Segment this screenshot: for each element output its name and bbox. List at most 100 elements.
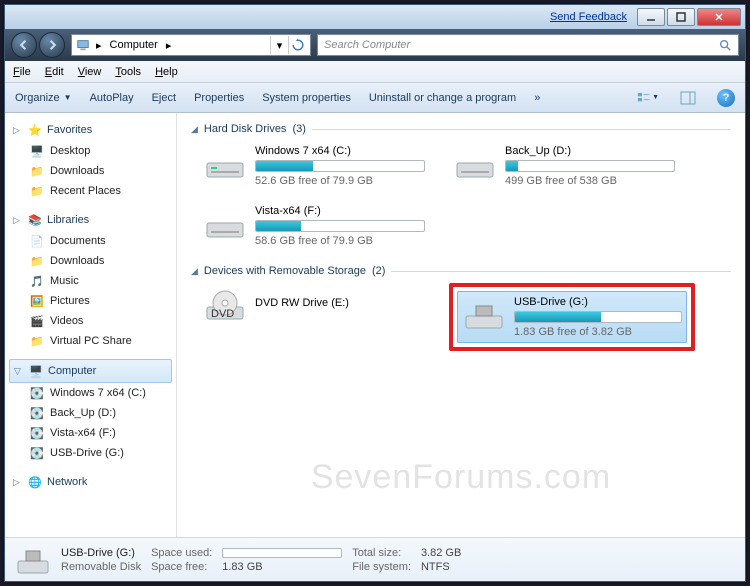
refresh-button[interactable] (288, 36, 306, 54)
breadcrumb-computer[interactable]: Computer (108, 39, 160, 51)
content-pane: ◢Hard Disk Drives (3) Windows 7 x64 (C:)… (177, 113, 745, 537)
capacity-bar (255, 220, 425, 232)
videos-icon: 🎬 (29, 313, 45, 329)
sidebar-item-drive-g[interactable]: 💽USB-Drive (G:) (9, 443, 172, 463)
sidebar-item-drive-c[interactable]: 💽Windows 7 x64 (C:) (9, 383, 172, 403)
favorites-header[interactable]: ▷⭐Favorites (9, 119, 172, 141)
document-icon: 📄 (29, 233, 45, 249)
folder-icon: 📁 (29, 253, 45, 269)
network-icon: 🌐 (27, 474, 43, 490)
sidebar-item-drive-f[interactable]: 💽Vista-x64 (F:) (9, 423, 172, 443)
sidebar-item-music[interactable]: 🎵Music (9, 271, 172, 291)
hdd-icon (203, 205, 247, 243)
breadcrumb-arrow[interactable]: ▸ (94, 39, 104, 52)
address-bar[interactable]: ▸ Computer ▸ ▾ (71, 34, 311, 56)
eject-button[interactable]: Eject (152, 92, 176, 104)
titlebar: Send Feedback (5, 5, 745, 29)
drive-name: USB-Drive (G:) (514, 296, 682, 308)
menu-edit[interactable]: Edit (45, 66, 64, 78)
drive-free: 52.6 GB free of 79.9 GB (255, 175, 425, 187)
drive-f[interactable]: Vista-x64 (F:) 58.6 GB free of 79.9 GB (199, 201, 429, 251)
hdd-icon (203, 145, 247, 183)
capacity-bar (505, 160, 675, 172)
status-capacity-bar (222, 548, 342, 558)
drive-icon: 💽 (29, 405, 45, 421)
sidebar-item-pictures[interactable]: 🖼️Pictures (9, 291, 172, 311)
folder-icon: 📁 (29, 333, 45, 349)
menu-view[interactable]: View (78, 66, 102, 78)
drive-c[interactable]: Windows 7 x64 (C:) 52.6 GB free of 79.9 … (199, 141, 429, 191)
dvd-icon: DVD (203, 287, 247, 325)
desktop-icon: 🖥️ (29, 143, 45, 159)
hdd-icon (453, 145, 497, 183)
libraries-header[interactable]: ▷📚Libraries (9, 209, 172, 231)
maximize-button[interactable] (667, 8, 695, 26)
drive-dvd[interactable]: DVD DVD RW Drive (E:) (199, 283, 429, 351)
preview-pane-button[interactable] (677, 87, 699, 109)
star-icon: ⭐ (27, 122, 43, 138)
drive-free: 58.6 GB free of 79.9 GB (255, 235, 425, 247)
properties-button[interactable]: Properties (194, 92, 244, 104)
minimize-button[interactable] (637, 8, 665, 26)
status-used-label: Space used: (151, 547, 212, 559)
drive-icon: 💽 (29, 425, 45, 441)
status-type: Removable Disk (61, 561, 141, 573)
libraries-icon: 📚 (27, 212, 43, 228)
organize-button[interactable]: Organize▼ (15, 92, 72, 104)
drive-icon: 💽 (29, 385, 45, 401)
svg-text:DVD: DVD (211, 308, 234, 320)
sidebar: ▷⭐Favorites 🖥️Desktop 📁Downloads 📁Recent… (5, 113, 177, 537)
capacity-bar (255, 160, 425, 172)
explorer-window: Send Feedback ▸ Computer ▸ ▾ Search Comp… (4, 4, 746, 582)
menu-help[interactable]: Help (155, 66, 178, 78)
drive-free: 1.83 GB free of 3.82 GB (514, 326, 682, 338)
sidebar-item-desktop[interactable]: 🖥️Desktop (9, 141, 172, 161)
status-fs-value: NTFS (421, 561, 461, 573)
search-placeholder: Search Computer (324, 39, 410, 51)
highlight-box: USB-Drive (G:) 1.83 GB free of 3.82 GB (449, 283, 695, 351)
drive-icon: 💽 (29, 445, 45, 461)
send-feedback-link[interactable]: Send Feedback (550, 11, 627, 23)
help-button[interactable]: ? (717, 89, 735, 107)
group-hdd[interactable]: ◢Hard Disk Drives (3) (191, 123, 731, 135)
sidebar-item-downloads[interactable]: 📁Downloads (9, 161, 172, 181)
watermark: SevenForums.com (177, 458, 745, 497)
music-icon: 🎵 (29, 273, 45, 289)
usb-drive-icon (462, 296, 506, 334)
sidebar-item-videos[interactable]: 🎬Videos (9, 311, 172, 331)
network-header[interactable]: ▷🌐Network (9, 471, 172, 493)
pictures-icon: 🖼️ (29, 293, 45, 309)
computer-header[interactable]: ▽🖥️Computer (9, 359, 172, 383)
address-dropdown[interactable]: ▾ (270, 36, 288, 54)
system-properties-button[interactable]: System properties (262, 92, 351, 104)
drive-g[interactable]: USB-Drive (G:) 1.83 GB free of 3.82 GB (457, 291, 687, 343)
status-free-value: 1.83 GB (222, 561, 342, 573)
view-button[interactable]: ▼ (637, 87, 659, 109)
back-button[interactable] (11, 32, 37, 58)
status-free-label: Space free: (151, 561, 212, 573)
menu-file[interactable]: File (13, 66, 31, 78)
folder-icon: 📁 (29, 183, 45, 199)
drive-d[interactable]: Back_Up (D:) 499 GB free of 538 GB (449, 141, 679, 191)
close-button[interactable] (697, 8, 741, 26)
drive-name: DVD RW Drive (E:) (255, 297, 425, 309)
sidebar-item-downloads2[interactable]: 📁Downloads (9, 251, 172, 271)
sidebar-item-vpc[interactable]: 📁Virtual PC Share (9, 331, 172, 351)
status-fs-label: File system: (352, 561, 411, 573)
drive-name: Windows 7 x64 (C:) (255, 145, 425, 157)
uninstall-button[interactable]: Uninstall or change a program (369, 92, 516, 104)
autoplay-button[interactable]: AutoPlay (90, 92, 134, 104)
forward-button[interactable] (39, 32, 65, 58)
status-bar: USB-Drive (G:) Space used: Total size: 3… (5, 537, 745, 581)
sidebar-item-drive-d[interactable]: 💽Back_Up (D:) (9, 403, 172, 423)
toolbar-overflow[interactable]: » (534, 92, 540, 104)
sidebar-item-documents[interactable]: 📄Documents (9, 231, 172, 251)
search-icon (718, 38, 732, 52)
computer-icon: 🖥️ (28, 363, 44, 379)
search-box[interactable]: Search Computer (317, 34, 739, 56)
menubar: File Edit View Tools Help (5, 61, 745, 83)
menu-tools[interactable]: Tools (115, 66, 141, 78)
group-removable[interactable]: ◢Devices with Removable Storage (2) (191, 265, 731, 277)
sidebar-item-recent[interactable]: 📁Recent Places (9, 181, 172, 201)
breadcrumb-arrow[interactable]: ▸ (164, 39, 174, 52)
